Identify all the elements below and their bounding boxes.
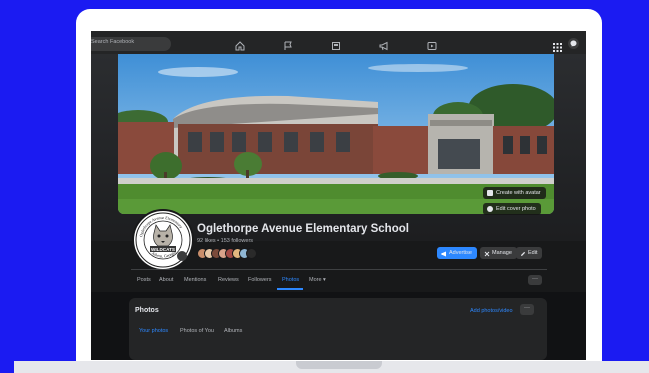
tab-more[interactable]: More ▾ [309, 277, 326, 283]
search-placeholder: Search Facebook [91, 39, 135, 45]
tab-followers[interactable]: Followers [248, 277, 272, 283]
home-icon[interactable] [235, 38, 245, 51]
menu-grid-icon[interactable] [553, 39, 562, 52]
top-navigation-bar: Search Facebook [91, 31, 586, 55]
pages-flag-icon[interactable] [283, 38, 293, 50]
tab-reviews[interactable]: Reviews [218, 277, 239, 283]
subtab-albums[interactable]: Albums [224, 328, 242, 334]
tab-about[interactable]: About [159, 277, 173, 283]
edit-button[interactable]: Edit [516, 247, 543, 259]
likes-followers-count[interactable]: 92 likes • 153 followers [197, 238, 253, 244]
camera-icon [487, 206, 493, 212]
create-with-avatar-button[interactable]: Create with avatar [483, 187, 546, 199]
avatar-icon [487, 190, 493, 196]
manage-button[interactable]: Manage [480, 247, 517, 259]
laptop-notch [296, 361, 382, 369]
change-profile-picture-camera-icon[interactable] [177, 251, 187, 261]
photos-section: Photos Add photos/video ··· Your photos … [91, 292, 586, 360]
watch-icon[interactable] [427, 38, 437, 50]
edit-cover-photo-button[interactable]: Edit cover photo [483, 203, 541, 215]
tab-photos[interactable]: Photos [282, 277, 299, 283]
tab-mentions[interactable]: Mentions [184, 277, 206, 283]
photos-card: Photos Add photos/video ··· Your photos … [129, 298, 547, 360]
add-photos-video-link[interactable]: Add photos/video [470, 308, 513, 314]
subtab-photos-of-you[interactable]: Photos of You [180, 328, 214, 334]
subtab-your-photos[interactable]: Your photos [139, 328, 168, 334]
page-profile-picture[interactable]: WILDCATS Oglethorpe Avenue Elementary At… [132, 209, 194, 271]
tools-icon [484, 250, 490, 257]
photos-more-options-button[interactable]: ··· [520, 304, 534, 315]
megaphone-icon[interactable] [379, 38, 389, 51]
pencil-icon [520, 250, 526, 256]
advertise-button[interactable]: Advertise [437, 247, 477, 259]
messenger-icon[interactable] [568, 38, 579, 49]
megaphone-icon [441, 250, 447, 257]
tab-posts[interactable]: Posts [137, 277, 151, 283]
photos-heading: Photos [135, 307, 159, 314]
page-title: Oglethorpe Avenue Elementary School [197, 223, 409, 235]
active-tab-indicator [277, 288, 303, 290]
tabs-divider [131, 269, 547, 270]
follower-avatar[interactable] [246, 248, 257, 259]
marketplace-icon[interactable] [331, 38, 341, 50]
facebook-page-screen: Search Facebook Create with avatar Edit … [91, 31, 586, 360]
more-options-button[interactable]: ··· [528, 275, 542, 285]
laptop-base [14, 361, 649, 373]
search-input[interactable]: Search Facebook [91, 37, 171, 51]
